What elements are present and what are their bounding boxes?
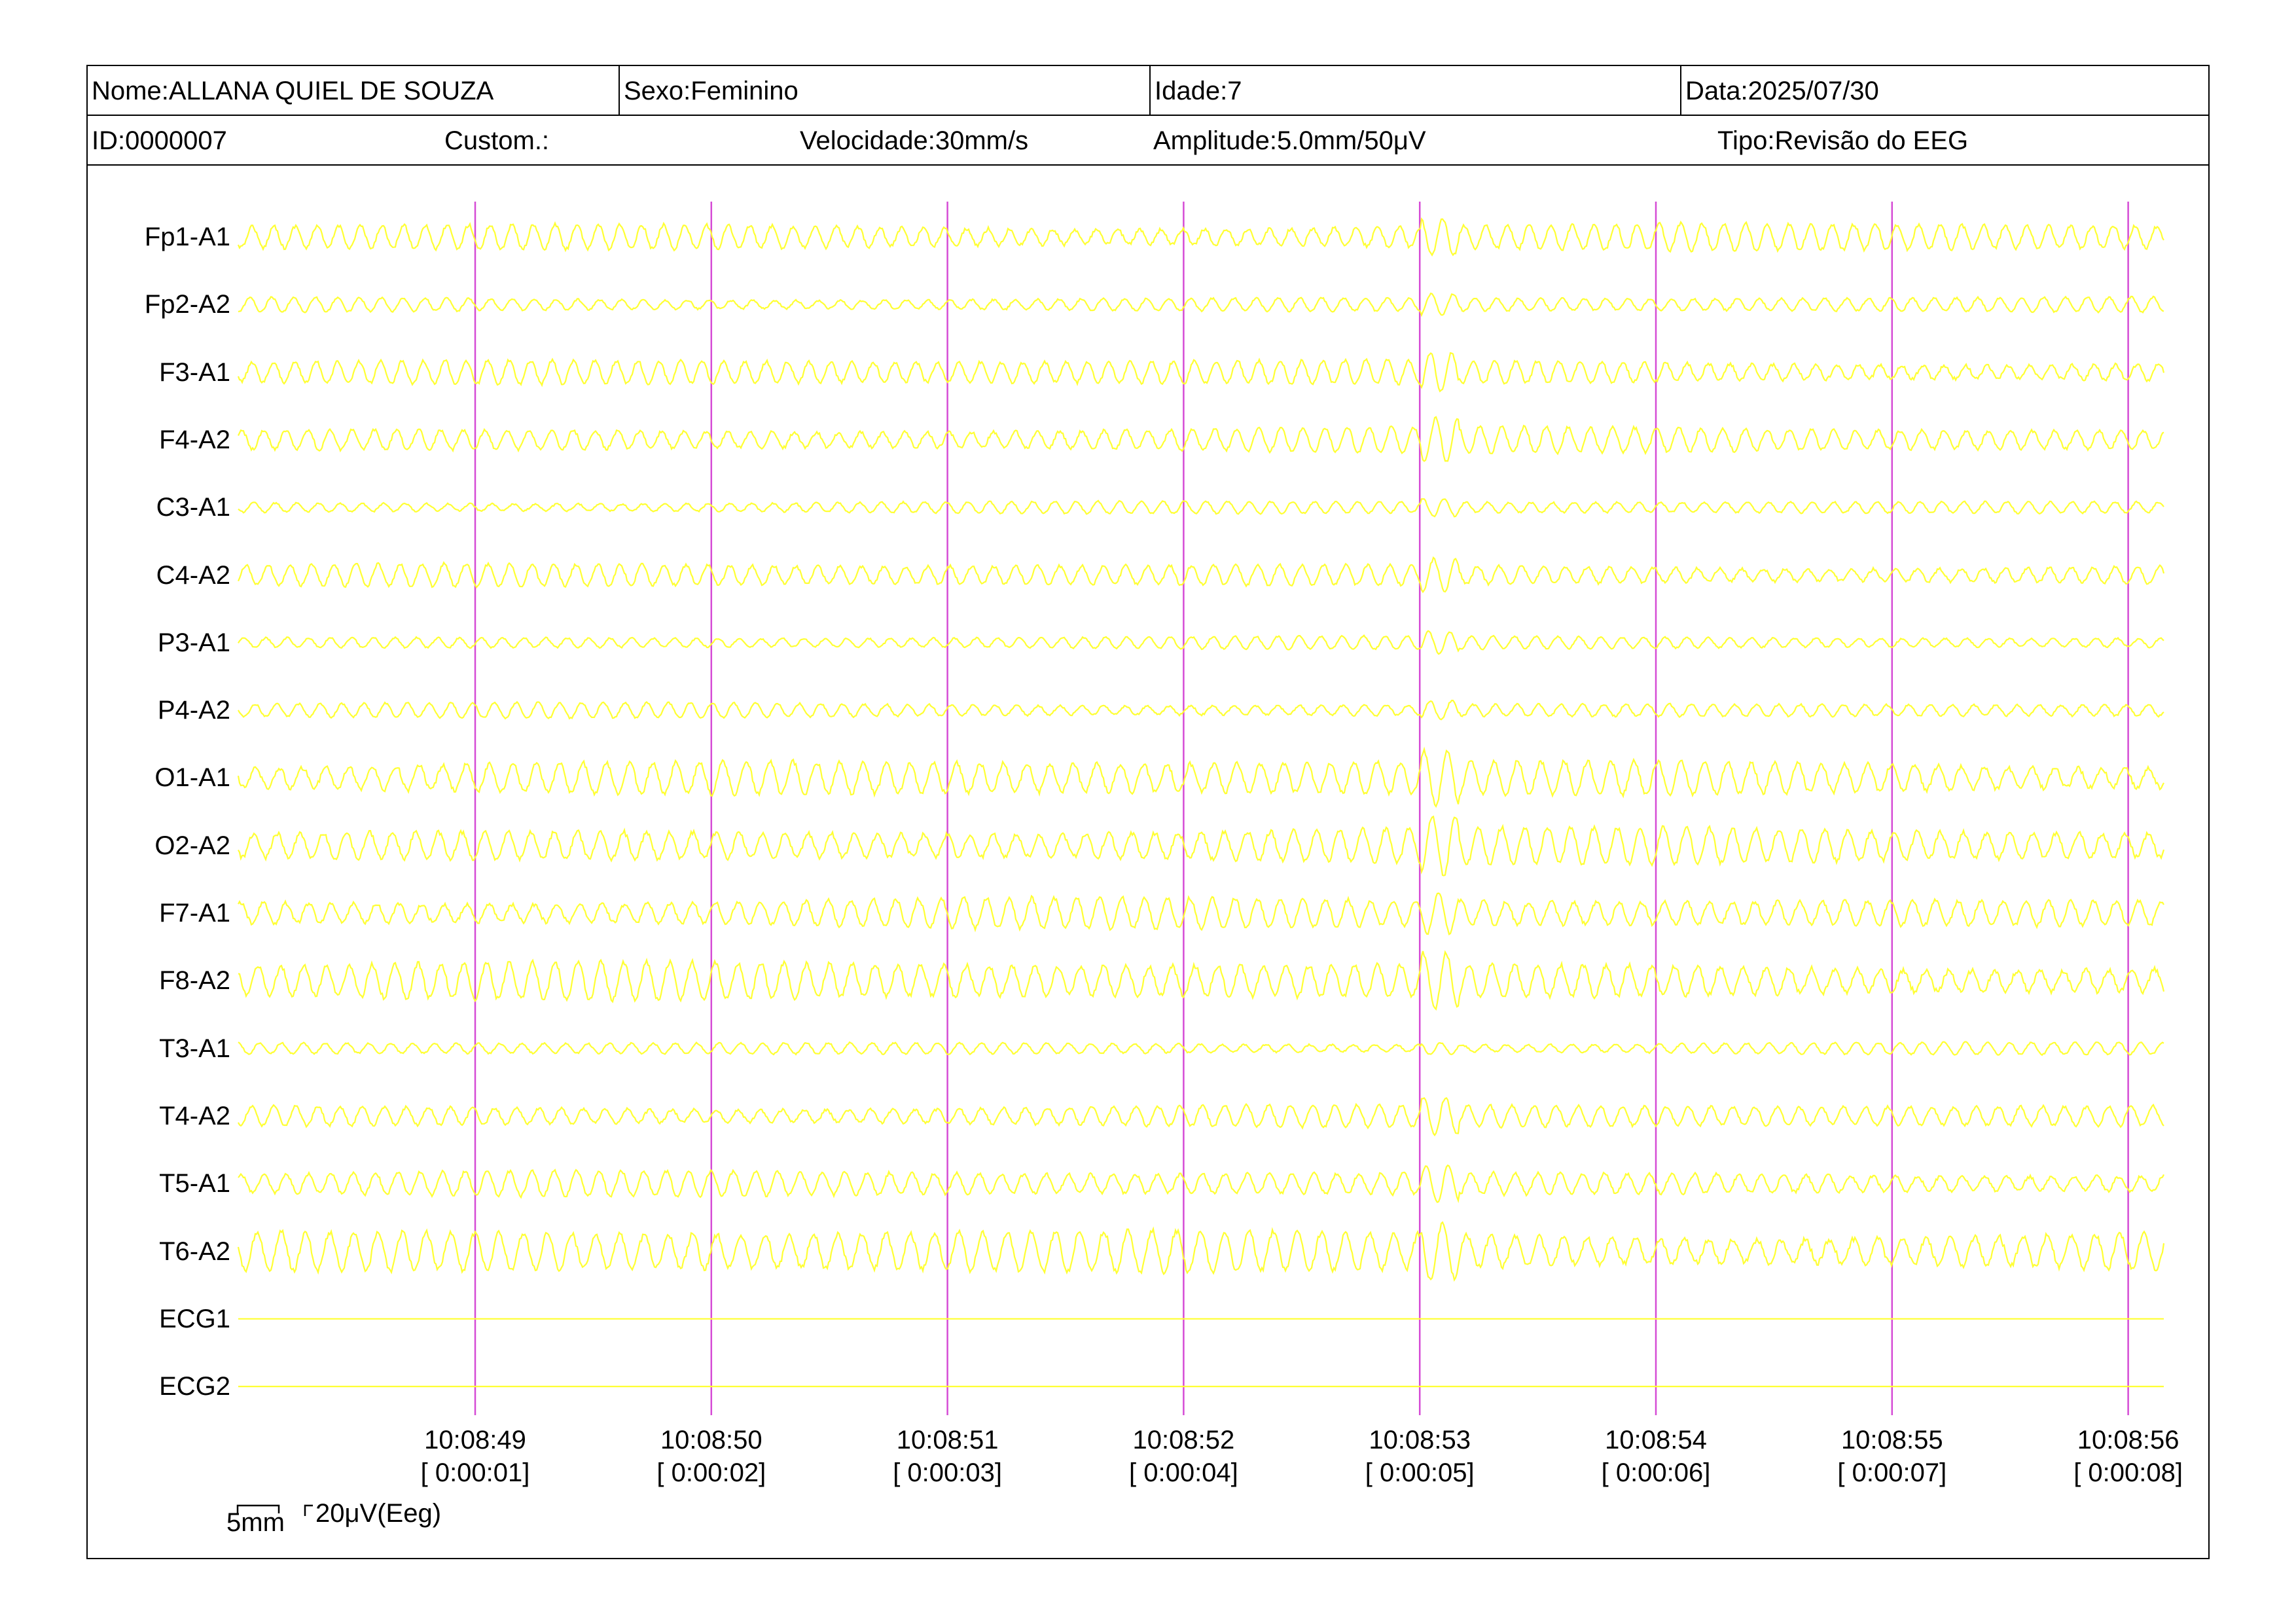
time-scale-label: 5mm xyxy=(226,1508,285,1537)
amplitude-scale-label: 20μV(Eeg) xyxy=(315,1499,442,1528)
scale-bar-marks xyxy=(236,1504,313,1516)
